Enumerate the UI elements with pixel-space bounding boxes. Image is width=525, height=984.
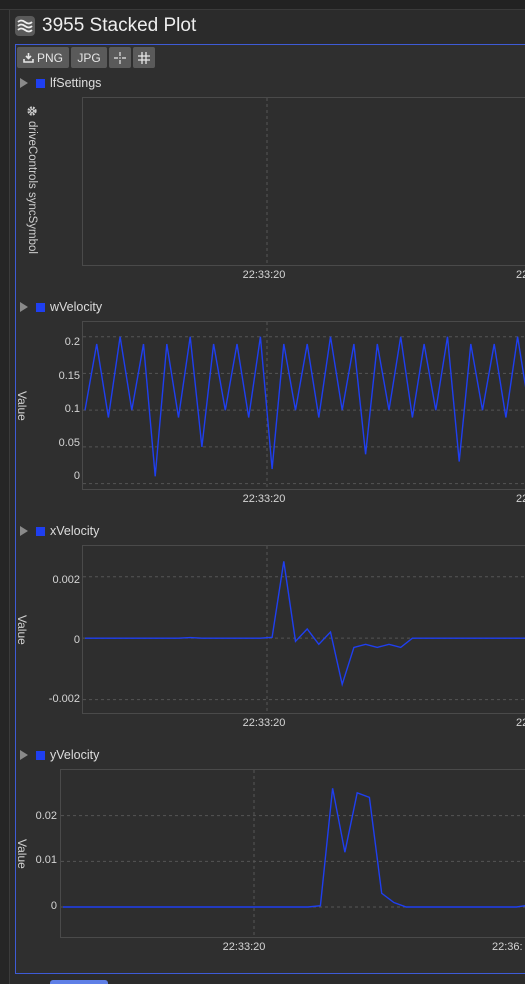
crosshair-icon xyxy=(114,51,126,64)
expand-triangle-icon[interactable] xyxy=(20,78,28,88)
drive-controls-text: driveControls syncSymbol xyxy=(26,121,38,254)
bottom-tab-bar xyxy=(15,976,525,984)
y-tick-label: 0.2 xyxy=(64,336,80,348)
download-icon xyxy=(23,53,34,63)
series-title: wVelocity xyxy=(50,300,103,314)
title-bar: 3955 Stacked Plot xyxy=(14,12,196,40)
series-title: xVelocity xyxy=(50,524,100,538)
y-tick-label: 0 xyxy=(73,634,80,646)
x-tick-label: 22:33:20 xyxy=(242,493,286,505)
export-jpg-button[interactable]: JPG xyxy=(71,47,107,68)
series-line xyxy=(63,788,525,908)
window-title: 3955 Stacked Plot xyxy=(42,15,197,36)
y-tick-label: 0.15 xyxy=(58,370,80,382)
series-line xyxy=(84,336,525,477)
expand-triangle-icon[interactable] xyxy=(20,302,28,312)
plot-toolbar: PNG JPG xyxy=(17,47,155,68)
series-line xyxy=(85,561,525,687)
y-tick-label: 0.05 xyxy=(58,437,80,449)
chart-2-plot[interactable] xyxy=(82,545,525,714)
y-tick-label: 0 xyxy=(73,470,80,482)
series-title: lfSettings xyxy=(50,76,102,90)
stacked-plot-icon xyxy=(14,15,36,37)
jpg-label: JPG xyxy=(77,50,101,65)
x-tick-label: 22:3 xyxy=(516,717,525,729)
series-title: yVelocity xyxy=(50,748,100,762)
y-axis-title: Value xyxy=(15,391,29,421)
chart-1-plot[interactable] xyxy=(82,321,525,490)
chart-3-plot[interactable] xyxy=(60,769,525,938)
bottom-tab[interactable] xyxy=(50,980,108,984)
series-header-2[interactable]: xVelocity xyxy=(20,523,99,539)
drive-controls-label: driveControls syncSymbol xyxy=(20,105,44,254)
y-tick-label: -0.002 xyxy=(48,693,80,705)
x-tick-label: 22:3 xyxy=(516,493,525,505)
window-top-strip xyxy=(0,0,525,10)
series-header-1[interactable]: wVelocity xyxy=(20,299,102,315)
png-label: PNG xyxy=(36,50,63,65)
y-tick-label: 0.01 xyxy=(35,854,57,866)
expand-triangle-icon[interactable] xyxy=(20,750,28,760)
x-tick-label: 22:33:20 xyxy=(222,941,266,953)
gear-icon[interactable] xyxy=(26,105,38,117)
chart-0-plot[interactable] xyxy=(82,97,525,266)
grid-toggle-button[interactable] xyxy=(133,47,155,68)
series-swatch xyxy=(36,526,45,536)
x-tick-label: 22:36: xyxy=(492,941,523,953)
x-tick-label: 22:33:20 xyxy=(242,717,286,729)
x-tick-label: 22:3 xyxy=(516,269,525,281)
y-tick-label: 0 xyxy=(50,900,57,912)
series-swatch xyxy=(36,750,45,760)
y-axis-title: Value xyxy=(15,615,29,645)
y-tick-label: 0.1 xyxy=(64,403,80,415)
y-tick-label: 0.02 xyxy=(35,810,57,822)
stacked-plot-panel: PNG JPG driveControls syncSymbol lfSetti… xyxy=(15,44,525,974)
export-png-button[interactable]: PNG xyxy=(17,47,69,68)
series-header-0[interactable]: lfSettings xyxy=(20,75,101,91)
series-header-3[interactable]: yVelocity xyxy=(20,747,99,763)
crosshair-button[interactable] xyxy=(109,47,131,68)
series-swatch xyxy=(36,78,45,88)
grid-icon xyxy=(138,51,150,64)
left-rail xyxy=(0,10,10,984)
y-tick-label: 0.002 xyxy=(52,574,80,586)
expand-triangle-icon[interactable] xyxy=(20,526,28,536)
series-swatch xyxy=(36,302,45,312)
x-tick-label: 22:33:20 xyxy=(242,269,286,281)
